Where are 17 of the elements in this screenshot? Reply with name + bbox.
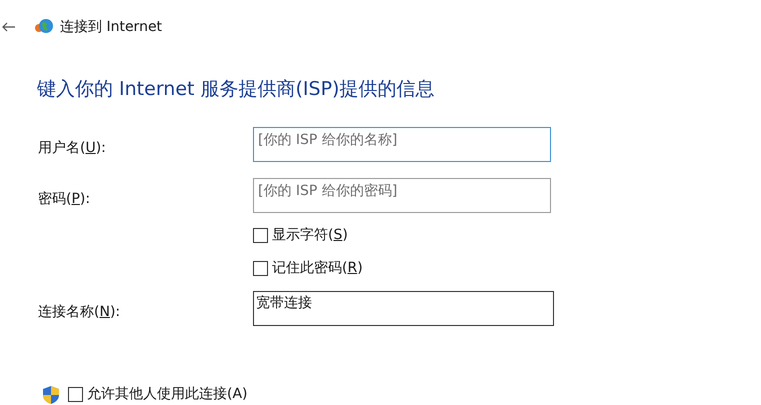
field-label: 用户名(U): (38, 140, 106, 156)
network-globe-icon (34, 18, 54, 36)
input-field[interactable]: 宽带连接 (253, 291, 554, 326)
checkbox[interactable] (253, 261, 268, 276)
input-field[interactable]: [你的 ISP 给你的密码] (253, 178, 551, 213)
back-arrow-icon[interactable] (2, 22, 16, 32)
checkbox[interactable] (68, 387, 83, 402)
checkbox-label: 显示字符(S) (272, 226, 348, 245)
field-label: 连接名称(N): (38, 304, 120, 320)
input-field[interactable]: [你的 ISP 给你的名称] (253, 127, 551, 162)
checkbox-label: 记住此密码(R) (272, 259, 363, 278)
window-title: 连接到 Internet (60, 18, 162, 36)
shield-icon (42, 384, 60, 404)
field-label: 密码(P): (38, 191, 90, 207)
page-heading: 键入你的 Internet 服务提供商(ISP)提供的信息 (37, 77, 436, 102)
checkbox[interactable] (253, 228, 268, 243)
checkbox-label: 允许其他人使用此连接(A) (87, 385, 248, 404)
